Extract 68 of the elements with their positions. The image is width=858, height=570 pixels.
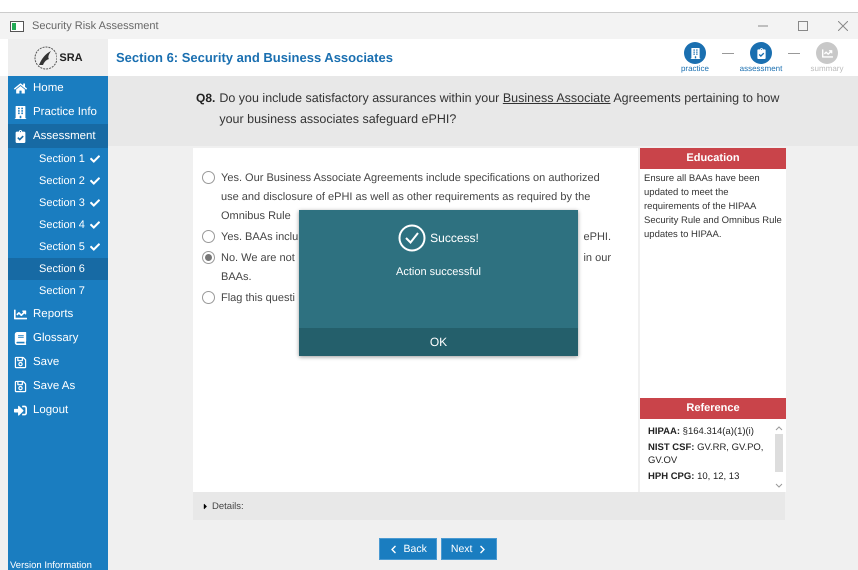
option-text: use and disclosure of ePHI as well as other requirements as required by the	[221, 190, 590, 202]
reference-item: HPH CPG: 10, 12, 13	[648, 470, 740, 483]
section-title: Section 6: Security and Business Associates	[116, 50, 394, 65]
option-text: Omnibus Rule	[221, 210, 291, 222]
option-text: Flag this questi	[221, 292, 295, 304]
sidebar-item[interactable]: Assessment	[8, 124, 108, 148]
sidebar-item[interactable]: Glossary	[8, 326, 108, 350]
glossary-link[interactable]: Business Associate	[502, 91, 611, 105]
education-text: Ensure all BAAs have been updated to meet the requirements of the HIPAA Security Rule and Omnibus Rule updates to HIPAA.	[644, 172, 782, 242]
step-circle[interactable]	[750, 42, 772, 64]
chart-icon	[822, 48, 832, 58]
book-icon	[14, 332, 27, 344]
reference-item: HIPAA: §164.314(a)(1)(i)	[648, 425, 755, 438]
details-toggle[interactable]: Details:	[193, 492, 785, 520]
chevron-left-icon	[388, 544, 398, 554]
window-title: Security Risk Assessment	[32, 20, 160, 32]
sign-in-icon	[14, 404, 27, 416]
option-text: Yes. Our Business Associate Agreements include specifications on authorized	[221, 172, 600, 184]
dialog-message: Action successful	[396, 266, 481, 278]
education-header: Education	[640, 148, 786, 169]
sidebar-subitem[interactable]: Section 4	[8, 214, 108, 236]
sidebar-subitem[interactable]: Section 5	[8, 236, 108, 258]
option-text: in our	[583, 252, 611, 264]
building-icon	[14, 106, 27, 118]
sidebar-item[interactable]: Reports	[8, 302, 108, 326]
maximize-icon[interactable]	[798, 21, 808, 31]
chevron-right-icon	[478, 544, 488, 554]
checklist-icon	[14, 130, 27, 142]
option-text: Yes. BAAs inclu	[221, 230, 298, 242]
sidebar-item[interactable]: Home	[8, 76, 108, 100]
sidebar-item[interactable]: Logout	[8, 398, 108, 422]
sidebar-subitem[interactable]: Section 7	[8, 280, 108, 302]
sidebar-item[interactable]: Save As	[8, 374, 108, 398]
sidebar-item[interactable]: Practice Info	[8, 100, 108, 124]
building-icon	[690, 48, 700, 58]
option-text: No. We are not	[221, 252, 295, 264]
version-information-link[interactable]: Version Information	[10, 560, 92, 570]
sidebar-item[interactable]: Save	[8, 350, 108, 374]
dialog-title: Success!	[430, 231, 479, 245]
sidebar-subitem[interactable]: Section 2	[8, 170, 108, 192]
option-text: BAAs.	[221, 270, 252, 282]
chart-icon	[14, 308, 27, 320]
radio-button[interactable]	[202, 291, 215, 304]
checklist-icon	[756, 48, 766, 58]
radio-button[interactable]	[202, 230, 215, 243]
question-number: Q8.	[196, 90, 216, 107]
close-icon[interactable]	[838, 21, 848, 31]
step-circle[interactable]	[684, 42, 706, 64]
sidebar-subitem[interactable]: Section 1	[8, 148, 108, 170]
reference-header: Reference	[640, 398, 786, 419]
app-icon	[10, 20, 24, 32]
logo-text: SRA	[59, 52, 83, 64]
home-icon	[14, 82, 27, 94]
step-label: assessment	[740, 64, 782, 73]
step-label: summary	[810, 64, 844, 73]
check-circle-icon	[398, 224, 426, 252]
sidebar-subitem[interactable]: Section 3	[8, 192, 108, 214]
question-text: Do you include satisfactory assurances within your Business Associate Agreements pertaining to how your business associates safeguard ePHI?	[219, 90, 780, 128]
radio-button[interactable]	[202, 171, 215, 184]
step-label: practice	[680, 64, 709, 73]
reference-item: NIST CSF: GV.RR, GV.PO, GV.OV	[648, 441, 764, 467]
next-button[interactable]: Next	[440, 538, 498, 560]
back-button[interactable]: Back	[378, 538, 437, 560]
ok-button[interactable]: OK	[299, 328, 578, 356]
option-text: ePHI.	[583, 230, 611, 242]
sidebar-subitem[interactable]: Section 6	[8, 258, 108, 280]
radio-button[interactable]	[202, 251, 215, 264]
scrollbar[interactable]	[774, 425, 784, 489]
